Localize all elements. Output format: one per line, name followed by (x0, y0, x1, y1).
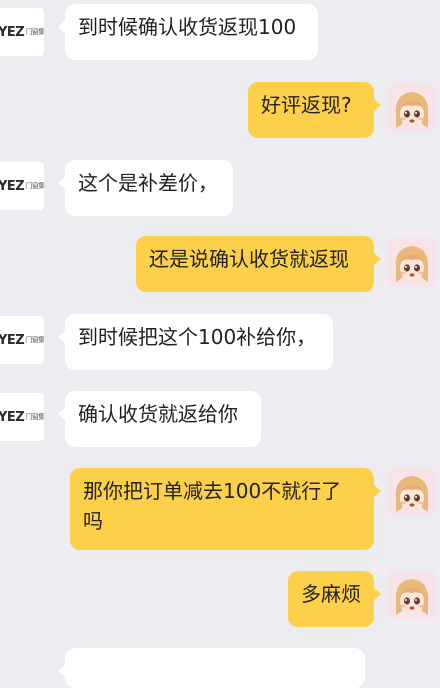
seller-avatar[interactable]: YEZ门窗集成 (0, 162, 44, 210)
seller-logo: YEZ门窗集成 (0, 332, 44, 348)
message-text: 好评返现? (261, 93, 352, 117)
buyer-avatar[interactable] (388, 238, 436, 286)
message-bubble-incoming[interactable]: 到时候确认收货返现100 (58, 4, 318, 60)
message-text: 确认收货就返给你 (78, 402, 238, 426)
message-text: 这个是补差价， (78, 171, 218, 195)
anime-girl-avatar-icon (388, 238, 436, 286)
buyer-avatar[interactable] (388, 571, 436, 619)
seller-avatar[interactable]: YEZ门窗集成 (0, 8, 44, 56)
message-bubble-incoming[interactable]: 到时候把这个100补给你， (58, 314, 333, 370)
message-bubble-incoming[interactable]: 确认收货就返给你 (58, 391, 261, 447)
anime-girl-avatar-icon (388, 468, 436, 516)
seller-logo: YEZ门窗集成 (0, 178, 44, 194)
chat-view: YEZ门窗集成 到时候确认收货返现100 好评返现? (0, 0, 440, 688)
message-text: 到时候确认收货返现100 (78, 15, 297, 39)
message-text: 多麻烦 (301, 582, 361, 606)
seller-avatar[interactable]: YEZ门窗集成 (0, 316, 44, 364)
message-bubble-outgoing[interactable]: 还是说确认收货就返现 (136, 236, 381, 292)
buyer-avatar[interactable] (388, 84, 436, 132)
message-bubble-outgoing[interactable]: 那你把订单减去100不就行了 吗 (70, 468, 381, 550)
message-bubble-outgoing[interactable]: 好评返现? (248, 82, 381, 138)
buyer-avatar[interactable] (388, 468, 436, 516)
anime-girl-avatar-icon (388, 84, 436, 132)
message-text: 到时候把这个100补给你， (78, 325, 317, 349)
seller-logo: YEZ门窗集成 (0, 409, 44, 425)
anime-girl-avatar-icon (388, 571, 436, 619)
message-text: 那你把订单减去100不就行了 吗 (83, 479, 342, 533)
message-bubble-incoming-partial[interactable] (58, 648, 365, 688)
seller-logo: YEZ门窗集成 (0, 24, 44, 40)
message-text: 还是说确认收货就返现 (149, 247, 349, 271)
message-bubble-outgoing[interactable]: 多麻烦 (288, 571, 381, 627)
seller-avatar[interactable]: YEZ门窗集成 (0, 393, 44, 441)
message-bubble-incoming[interactable]: 这个是补差价， (58, 160, 233, 216)
